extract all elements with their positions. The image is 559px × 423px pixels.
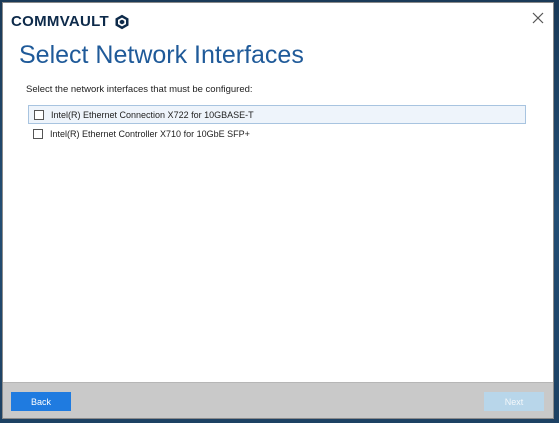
interface-list: Intel(R) Ethernet Connection X722 for 10… — [28, 105, 526, 143]
interface-label-x710: Intel(R) Ethernet Controller X710 for 10… — [50, 128, 250, 139]
close-icon[interactable] — [529, 9, 547, 27]
commvault-logo: COMMVAULT — [11, 13, 130, 30]
interface-checkbox-x710[interactable] — [33, 128, 43, 139]
interface-item-x710[interactable]: Intel(R) Ethernet Controller X710 for 10… — [28, 124, 526, 143]
footer-bar: Back Next — [3, 382, 553, 418]
title-bar: COMMVAULT — [3, 3, 553, 33]
brand-name: COMMVAULT — [11, 13, 109, 30]
instructions-text: Select the network interfaces that must … — [26, 84, 253, 95]
back-button[interactable]: Back — [11, 392, 71, 411]
interface-checkbox-x722[interactable] — [34, 109, 44, 120]
page-title: Select Network Interfaces — [19, 41, 304, 69]
next-button[interactable]: Next — [484, 392, 544, 411]
interface-item-x722[interactable]: Intel(R) Ethernet Connection X722 for 10… — [28, 105, 526, 124]
installer-window: COMMVAULT Select Network Interfaces Sele… — [2, 2, 554, 419]
commvault-logo-icon — [115, 14, 129, 29]
interface-label-x722: Intel(R) Ethernet Connection X722 for 10… — [51, 109, 254, 120]
